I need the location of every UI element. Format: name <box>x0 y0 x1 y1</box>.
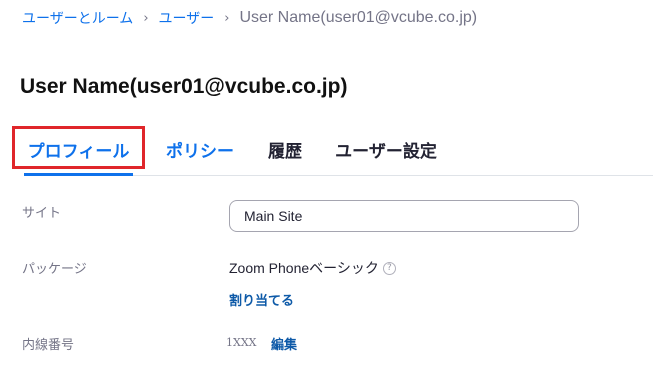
breadcrumb-current: User Name(user01@vcube.co.jp) <box>239 9 478 26</box>
tab-history[interactable]: 履歴 <box>265 124 305 174</box>
help-icon[interactable]: ? <box>382 261 396 275</box>
page-title: User Name(user01@vcube.co.jp) <box>20 75 348 98</box>
breadcrumb: ユーザーとルーム › ユーザー › User Name(user01@vcube… <box>22 6 477 30</box>
package-value: Zoom Phoneベーシック ? <box>229 258 396 278</box>
highlight-box <box>12 126 145 169</box>
package-label: パッケージ <box>22 262 87 277</box>
tab-policy[interactable]: ポリシー <box>163 124 237 174</box>
tab-bar: プロフィール ポリシー 履歴 ユーザー設定 <box>12 124 653 176</box>
site-label: サイト <box>22 206 62 221</box>
site-input[interactable] <box>229 200 579 232</box>
tab-policy-label: ポリシー <box>166 141 234 162</box>
breadcrumb-separator-icon: › <box>143 10 149 26</box>
breadcrumb-separator-icon: › <box>224 10 230 26</box>
breadcrumb-users-and-rooms[interactable]: ユーザーとルーム <box>22 8 133 28</box>
tab-profile[interactable]: プロフィール <box>12 124 145 176</box>
active-tab-indicator <box>24 173 133 176</box>
tab-user-settings[interactable]: ユーザー設定 <box>331 124 441 174</box>
assign-link[interactable]: 割り当てる <box>229 290 294 309</box>
extension-label: 内線番号 <box>22 338 75 353</box>
breadcrumb-users[interactable]: ユーザー <box>159 8 215 28</box>
tab-history-label: 履歴 <box>268 141 302 162</box>
package-name: Zoom Phoneベーシック <box>229 260 379 276</box>
extension-edit-link[interactable]: 編集 <box>271 334 297 353</box>
tab-user-settings-label: ユーザー設定 <box>335 141 437 162</box>
extension-value: 1XXX <box>226 336 257 349</box>
